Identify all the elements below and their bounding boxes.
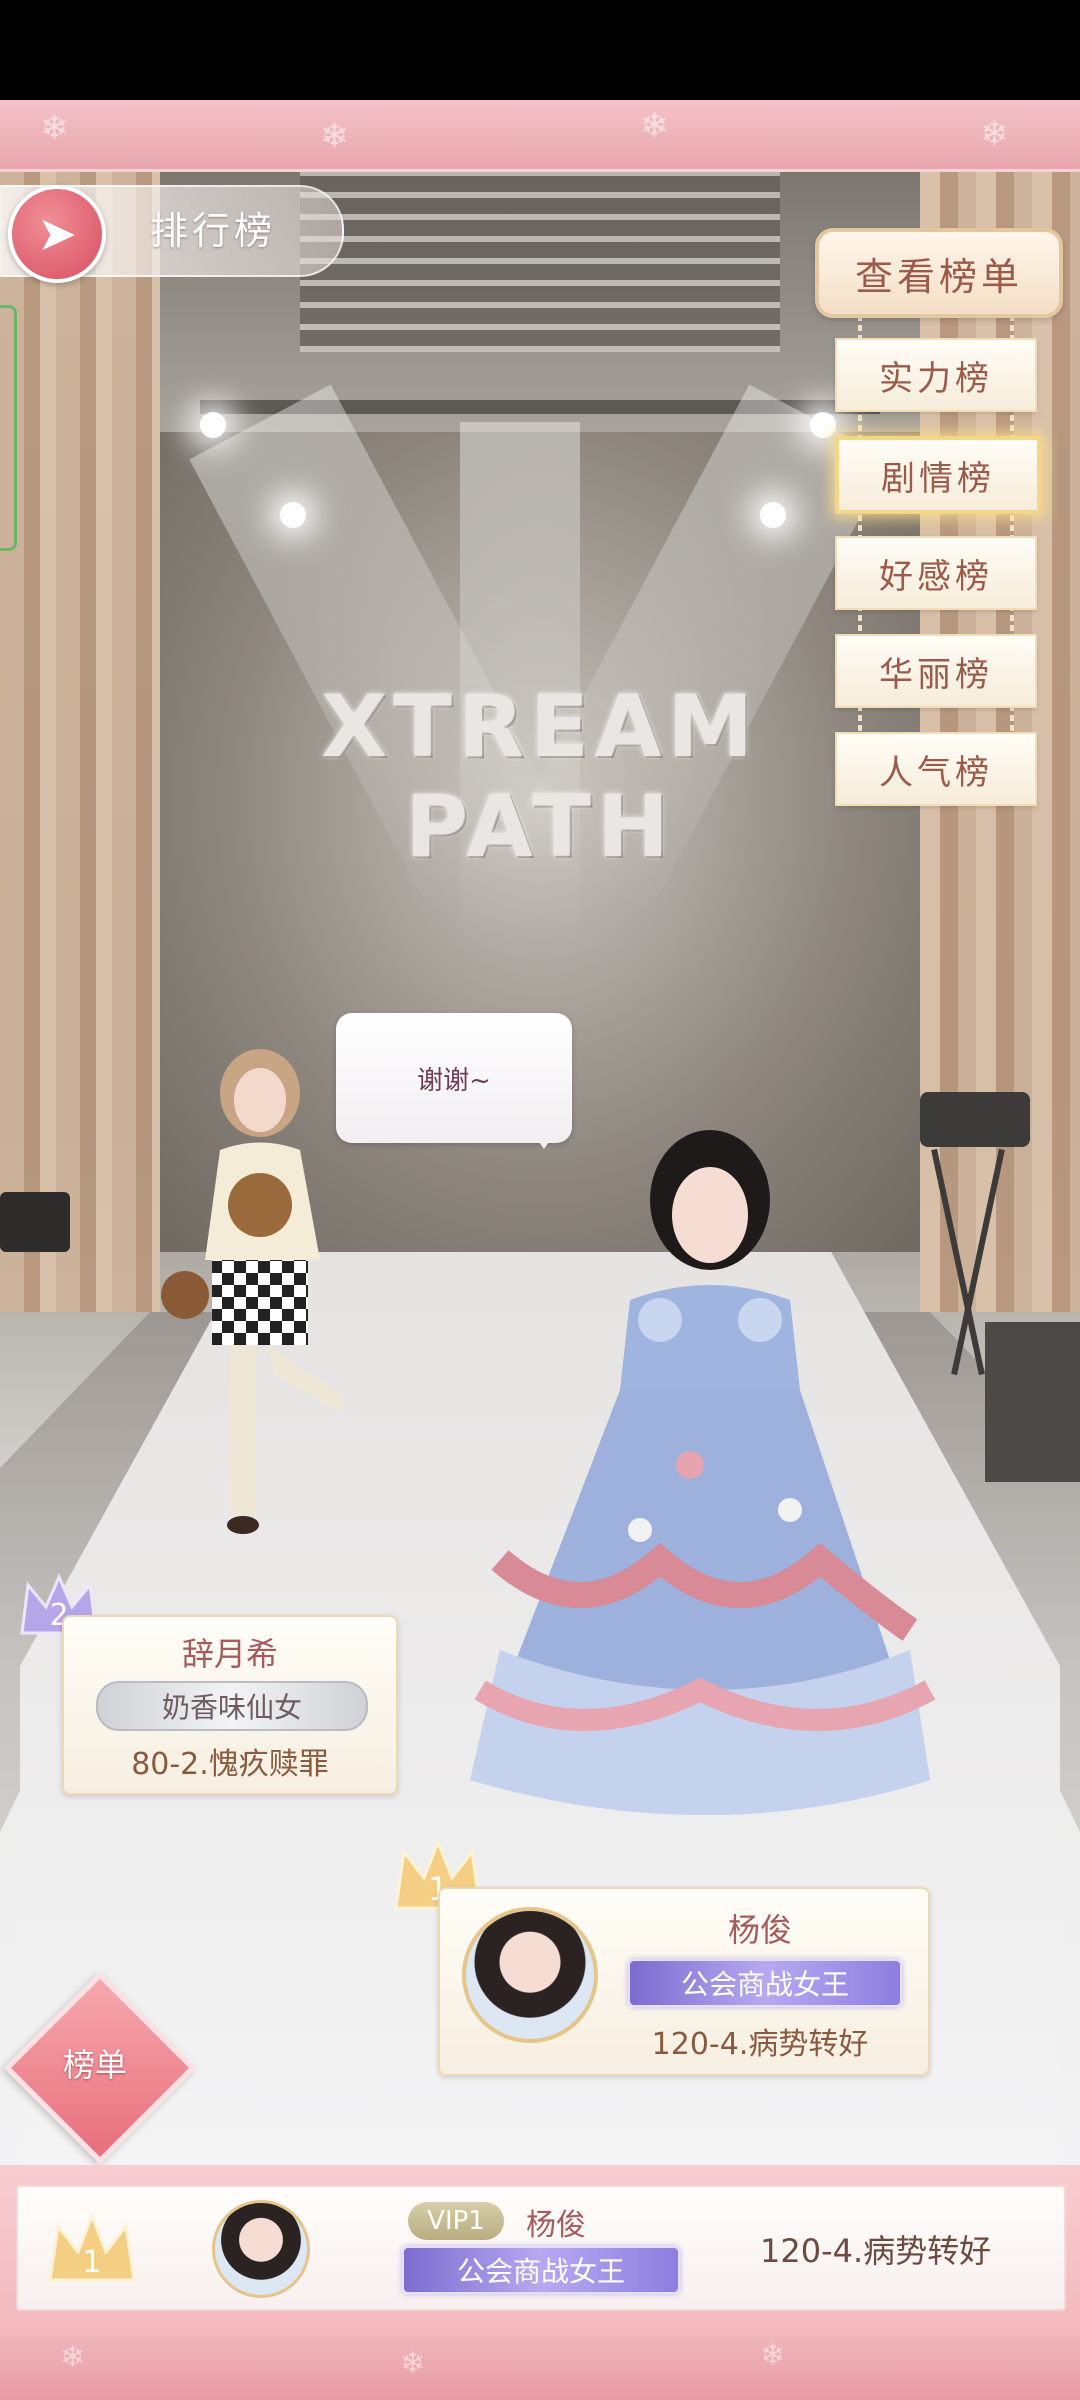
leaderboard-button-label[interactable]: 榜单 bbox=[32, 2040, 158, 2086]
stage-bench bbox=[985, 1322, 1080, 1482]
self-player-name: 杨俊 bbox=[526, 2208, 586, 2243]
bottom-decorative-band: ❄ ❄ ❄ bbox=[0, 2330, 1080, 2400]
spotlight bbox=[810, 412, 836, 438]
rank-1-title-text: 公会商战女王 bbox=[680, 1968, 849, 2001]
spotlight bbox=[280, 502, 306, 528]
snowflake-icon: ❄ bbox=[640, 106, 669, 146]
view-list-button[interactable]: 查看榜单 bbox=[815, 228, 1063, 318]
rank-1-chapter: 120-4.病势转好 bbox=[651, 2027, 869, 2062]
rank-1-avatar bbox=[462, 1907, 598, 2043]
self-rank-crown-icon: 1 bbox=[48, 2211, 136, 2282]
rank-tab-strength[interactable]: 实力榜 bbox=[835, 338, 1037, 412]
rank-1-card[interactable]: 杨俊 公会商战女王 120-4.病势转好 bbox=[438, 1887, 930, 2076]
snowflake-icon: ❄ bbox=[40, 108, 69, 148]
spotlight bbox=[200, 412, 226, 438]
back-arrow-icon: ➤ bbox=[36, 206, 78, 262]
rank-2-character[interactable] bbox=[150, 1045, 380, 1565]
snowflake-icon: ❄ bbox=[980, 114, 1009, 154]
rank-1-character[interactable] bbox=[460, 1130, 940, 1870]
self-avatar bbox=[212, 2200, 310, 2298]
snowflake-icon: ❄ bbox=[400, 2346, 426, 2381]
vip-badge-text: VIP1 bbox=[427, 2206, 485, 2236]
camera-prop bbox=[0, 1192, 70, 1252]
rank-2-title-badge: 奶香味仙女 bbox=[96, 1681, 368, 1731]
top-decorative-band: ❄ ❄ ❄ ❄ bbox=[0, 100, 1080, 172]
speech-text: 谢谢~ bbox=[417, 1065, 491, 1096]
self-chapter: 120-4.病势转好 bbox=[760, 2232, 992, 2270]
page-title: 排行榜 bbox=[150, 209, 277, 253]
snowflake-icon: ❄ bbox=[60, 2340, 86, 2375]
self-title-badge: 公会商战女王 bbox=[402, 2246, 680, 2294]
rank-tab-popularity[interactable]: 人气榜 bbox=[835, 732, 1037, 806]
ceiling-light-grid bbox=[300, 172, 780, 352]
back-button[interactable]: ➤ bbox=[8, 185, 106, 283]
vip-badge: VIP1 bbox=[408, 2202, 504, 2240]
rank-2-card[interactable]: 辞月希 奶香味仙女 80-2.愧疚赎罪 bbox=[62, 1615, 398, 1795]
side-drawer-tab[interactable] bbox=[0, 305, 17, 551]
rank-2-chapter: 80-2.愧疚赎罪 bbox=[131, 1747, 329, 1782]
snowflake-icon: ❄ bbox=[320, 116, 349, 156]
left-curtain bbox=[0, 172, 160, 1312]
rank-1-title-badge: 公会商战女王 bbox=[628, 1959, 902, 2007]
snowflake-icon: ❄ bbox=[760, 2338, 786, 2373]
rank-tab-story[interactable]: 剧情榜 bbox=[835, 436, 1041, 514]
rank-tab-favor[interactable]: 好感榜 bbox=[835, 536, 1037, 610]
self-title-text: 公会商战女王 bbox=[456, 2255, 625, 2288]
rank-tab-gorgeous[interactable]: 华丽榜 bbox=[835, 634, 1037, 708]
self-rank-number: 1 bbox=[82, 2245, 101, 2280]
rank-2-title-text: 奶香味仙女 bbox=[161, 1691, 302, 1724]
spotlight bbox=[760, 502, 786, 528]
status-bar bbox=[0, 0, 1080, 100]
rank-2-player-name: 辞月希 bbox=[181, 1635, 278, 1673]
stage-backdrop-logo: XTREAM PATH bbox=[320, 677, 760, 877]
rank-1-player-name: 杨俊 bbox=[727, 1911, 792, 1949]
